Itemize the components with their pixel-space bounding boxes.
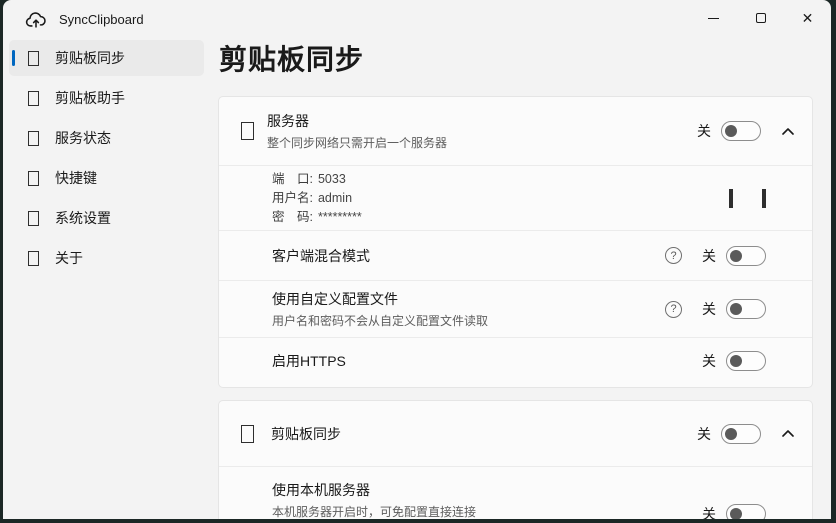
- app-window: SyncClipboard ✕ 剪贴板同步 剪贴板助手 服务状态 快捷键 系统设…: [3, 0, 831, 519]
- toggle-label: 关: [702, 299, 716, 319]
- clipboard-assistant-icon: [28, 91, 39, 106]
- sidebar-item-label: 系统设置: [55, 208, 111, 228]
- username-label: 用户名:: [272, 191, 313, 205]
- custom-config-toggle[interactable]: [726, 299, 766, 319]
- missing-glyph-icon: [762, 189, 766, 208]
- detail-action-button-2[interactable]: [760, 189, 768, 208]
- sync-icon: [241, 425, 254, 443]
- username-value: admin: [318, 191, 352, 205]
- enable-https-toggle[interactable]: [726, 351, 766, 371]
- help-icon[interactable]: ?: [665, 247, 682, 264]
- clipboard-sync-icon: [28, 51, 39, 66]
- password-label: 密 码:: [272, 210, 313, 224]
- sidebar-item-label: 剪贴板助手: [55, 88, 125, 108]
- chevron-up-icon[interactable]: [778, 121, 798, 141]
- toggle-label: 关: [702, 351, 716, 371]
- port-line: 端 口: 5033: [272, 170, 362, 189]
- port-label: 端 口:: [272, 172, 313, 186]
- client-mixed-mode-title: 客户端混合模式: [272, 246, 370, 266]
- server-subtitle: 整个同步网络只需开启一个服务器: [267, 134, 447, 151]
- clipboard-sync-card: 剪贴板同步 关 使用本机服务器 本机服务器开启时，可免配置直接连接 关: [218, 400, 813, 519]
- toggle-label: 关: [702, 246, 716, 266]
- chevron-up-icon[interactable]: [778, 424, 798, 444]
- client-mixed-mode-row: 客户端混合模式 ? 关: [219, 231, 812, 281]
- toggle-knob: [725, 428, 737, 440]
- clipboard-sync-title: 剪贴板同步: [271, 424, 341, 444]
- sidebar-item-about[interactable]: 关于: [9, 240, 204, 276]
- maximize-button[interactable]: [737, 0, 784, 36]
- sidebar-item-label: 关于: [55, 248, 83, 268]
- close-icon: ✕: [802, 11, 814, 25]
- port-value: 5033: [318, 172, 346, 186]
- about-icon: [28, 251, 39, 266]
- custom-config-title: 使用自定义配置文件: [272, 289, 488, 309]
- local-server-row: 使用本机服务器 本机服务器开启时，可免配置直接连接 关: [219, 467, 812, 519]
- enable-https-row: 启用HTTPS 关: [219, 338, 812, 384]
- maximize-icon: [756, 13, 766, 23]
- local-server-subtitle: 本机服务器开启时，可免配置直接连接: [272, 503, 476, 519]
- server-title: 服务器: [267, 111, 447, 131]
- hotkeys-icon: [28, 171, 39, 186]
- sidebar-item-clipboard-sync[interactable]: 剪贴板同步: [9, 40, 204, 76]
- close-button[interactable]: ✕: [784, 0, 831, 36]
- server-detail-panel: 端 口: 5033 用户名: admin 密 码: *********: [219, 166, 812, 231]
- toggle-knob: [730, 250, 742, 262]
- detail-action-button-1[interactable]: [727, 189, 735, 208]
- service-status-icon: [28, 131, 39, 146]
- sidebar-item-label: 快捷键: [55, 168, 97, 188]
- sidebar: 剪贴板同步 剪贴板助手 服务状态 快捷键 系统设置 关于: [3, 40, 210, 519]
- minimize-button[interactable]: [690, 0, 737, 36]
- username-line: 用户名: admin: [272, 189, 362, 208]
- toggle-knob: [730, 355, 742, 367]
- sidebar-item-hotkeys[interactable]: 快捷键: [9, 160, 204, 196]
- sidebar-item-service-status[interactable]: 服务状态: [9, 120, 204, 156]
- local-server-title: 使用本机服务器: [272, 480, 476, 500]
- password-line: 密 码: *********: [272, 208, 362, 227]
- sidebar-item-system-settings[interactable]: 系统设置: [9, 200, 204, 236]
- server-detail-text: 端 口: 5033 用户名: admin 密 码: *********: [272, 170, 362, 227]
- server-toggle[interactable]: [721, 121, 761, 141]
- toggle-knob: [730, 508, 742, 520]
- sidebar-item-clipboard-assistant[interactable]: 剪贴板助手: [9, 80, 204, 116]
- help-icon[interactable]: ?: [665, 301, 682, 318]
- server-toggle-label: 关: [697, 121, 711, 141]
- password-value: *********: [318, 210, 362, 224]
- titlebar: SyncClipboard ✕: [3, 0, 831, 40]
- client-mixed-mode-toggle[interactable]: [726, 246, 766, 266]
- sidebar-item-label: 服务状态: [55, 128, 111, 148]
- missing-glyph-icon: [729, 189, 733, 208]
- toggle-knob: [730, 303, 742, 315]
- app-title: SyncClipboard: [59, 12, 144, 27]
- app-logo-cloud-sync-icon: [25, 9, 47, 31]
- enable-https-title: 启用HTTPS: [272, 351, 346, 371]
- server-detail-actions: [727, 189, 768, 208]
- minimize-icon: [708, 18, 719, 19]
- page-title: 剪贴板同步: [219, 38, 364, 78]
- clipboard-sync-toggle[interactable]: [721, 424, 761, 444]
- clipboard-sync-toggle-label: 关: [697, 424, 711, 444]
- custom-config-row: 使用自定义配置文件 用户名和密码不会从自定义配置文件读取 ? 关: [219, 281, 812, 338]
- custom-config-subtitle: 用户名和密码不会从自定义配置文件读取: [272, 312, 488, 329]
- server-card-header[interactable]: 服务器 整个同步网络只需开启一个服务器 关: [219, 97, 812, 166]
- server-icon: [241, 122, 254, 140]
- clipboard-sync-card-header[interactable]: 剪贴板同步 关: [219, 401, 812, 467]
- system-settings-icon: [28, 211, 39, 226]
- sidebar-item-label: 剪贴板同步: [55, 48, 125, 68]
- toggle-label: 关: [702, 504, 716, 520]
- server-card: 服务器 整个同步网络只需开启一个服务器 关 端 口: 5033 用户名: admin…: [218, 96, 813, 388]
- caption-buttons: ✕: [690, 0, 831, 36]
- local-server-toggle[interactable]: [726, 504, 766, 520]
- toggle-knob: [725, 125, 737, 137]
